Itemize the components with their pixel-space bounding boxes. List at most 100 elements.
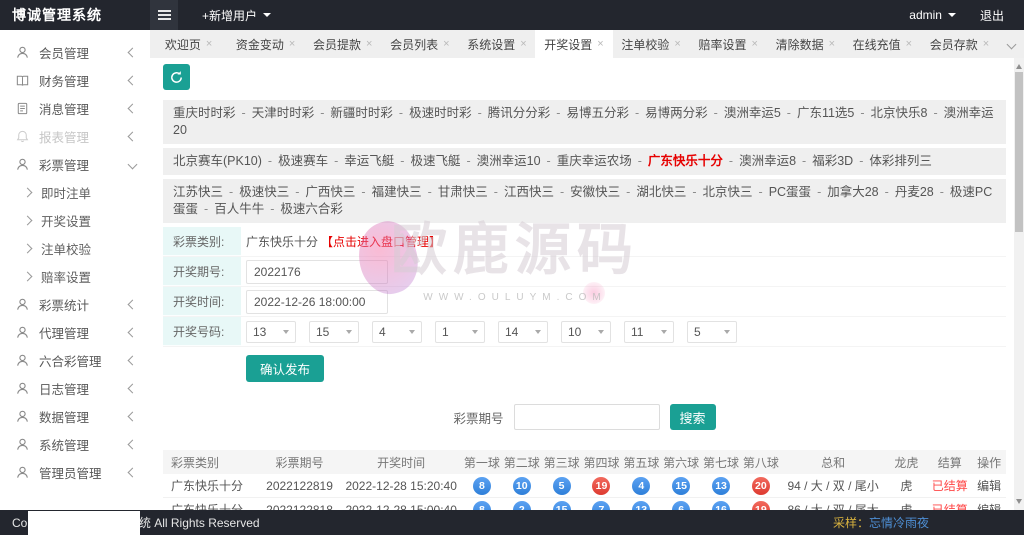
time-input[interactable] — [246, 289, 388, 314]
sidebar-item[interactable]: 数据管理 — [0, 402, 150, 430]
lottery-link[interactable]: 澳洲幸运5 — [724, 106, 781, 120]
lottery-link[interactable]: 腾讯分分彩 — [488, 106, 551, 120]
sidebar-subitem[interactable]: 即时注单 — [0, 178, 150, 206]
lottery-link[interactable]: 广西快三 — [305, 185, 355, 199]
tab-item[interactable]: 欢迎页 × — [150, 30, 227, 58]
tab-close-icon[interactable]: × — [443, 38, 449, 50]
lottery-link[interactable]: 江苏快三 — [173, 185, 223, 199]
refresh-button[interactable] — [163, 64, 190, 90]
sidebar-item[interactable]: 日志管理 — [0, 374, 150, 402]
number-select[interactable]: 4 — [372, 320, 422, 343]
vertical-scrollbar[interactable] — [1014, 58, 1024, 510]
sidebar-item[interactable]: 代理管理 — [0, 318, 150, 346]
tab-item[interactable]: 资金变动 × — [227, 30, 304, 58]
sidebar-item[interactable]: 消息管理 — [0, 94, 150, 122]
lottery-link[interactable]: 极速赛车 — [278, 154, 328, 168]
lottery-link[interactable]: 丹麦28 — [895, 185, 934, 199]
new-user-dropdown[interactable]: +新增用户 — [202, 7, 272, 24]
tab-item[interactable]: 会员列表 × — [381, 30, 458, 58]
lottery-link[interactable]: 福建快三 — [372, 185, 422, 199]
scrollbar-thumb[interactable] — [1015, 72, 1023, 232]
lottery-link[interactable]: 极速时时彩 — [409, 106, 472, 120]
sample-value[interactable]: 忘情冷雨夜 — [869, 516, 929, 530]
number-select[interactable]: 1 — [435, 320, 485, 343]
tab-item[interactable]: 在线充值 × — [844, 30, 921, 58]
logout-button[interactable]: 退出 — [980, 7, 1004, 24]
tab-item[interactable]: 清除数据 × — [767, 30, 844, 58]
lottery-link[interactable]: PC蛋蛋 — [769, 185, 811, 199]
sidebar-subitem[interactable]: 赔率设置 — [0, 262, 150, 290]
confirm-publish-button[interactable]: 确认发布 — [246, 355, 325, 382]
panel-manage-link[interactable]: 【点击进入盘口管理】 — [321, 233, 441, 250]
number-select[interactable]: 11 — [624, 320, 674, 343]
hamburger-menu-icon[interactable] — [150, 0, 178, 30]
tab-close-icon[interactable]: × — [289, 38, 295, 50]
lottery-link[interactable]: 安徽快三 — [570, 185, 620, 199]
lottery-link[interactable]: 易博五分彩 — [566, 106, 629, 120]
admin-dropdown[interactable]: admin — [909, 8, 956, 22]
lottery-link[interactable]: 加拿大28 — [827, 185, 878, 199]
sidebar-item[interactable]: 管理员管理 — [0, 458, 150, 486]
number-select[interactable]: 13 — [246, 320, 296, 343]
lottery-link[interactable]: 湖北快三 — [636, 185, 686, 199]
tab-item[interactable]: 会员提款 × — [304, 30, 381, 58]
scroll-up-arrow-icon[interactable] — [1015, 61, 1022, 69]
lottery-link[interactable]: 北京赛车(PK10) — [173, 154, 262, 168]
tab-close-icon[interactable]: × — [983, 38, 989, 50]
sidebar-item[interactable]: 报表管理 — [0, 122, 150, 150]
sidebar-item[interactable]: 彩票统计 — [0, 290, 150, 318]
tab-close-icon[interactable]: × — [597, 38, 603, 50]
lottery-link[interactable]: 澳洲幸运10 — [477, 154, 541, 168]
tab-item[interactable]: 赔率设置 × — [690, 30, 767, 58]
sidebar-item[interactable]: 会员管理 — [0, 38, 150, 66]
tab-close-icon[interactable]: × — [366, 38, 372, 50]
lottery-link[interactable]: 重庆幸运农场 — [557, 154, 632, 168]
sidebar-item[interactable]: 彩票管理 — [0, 150, 150, 178]
tab-close-icon[interactable]: × — [674, 38, 680, 50]
number-select[interactable]: 5 — [687, 320, 737, 343]
lottery-link[interactable]: 极速六合彩 — [280, 202, 343, 216]
tab-close-icon[interactable]: × — [520, 38, 526, 50]
lottery-link[interactable]: 甘肃快三 — [438, 185, 488, 199]
separator: - — [556, 106, 561, 120]
lottery-link[interactable]: 广东11选5 — [797, 106, 854, 120]
lottery-link[interactable]: 北京快三 — [703, 185, 753, 199]
lottery-link[interactable]: 江西快三 — [504, 185, 554, 199]
sidebar-subitem[interactable]: 注单校验 — [0, 234, 150, 262]
sidebar-subitem[interactable]: 开奖设置 — [0, 206, 150, 234]
tab-item[interactable]: 开奖设置 × — [535, 30, 613, 58]
tab-overflow-button[interactable] — [998, 30, 1024, 58]
tab-item[interactable]: 注单校验 × — [613, 30, 690, 58]
lottery-link[interactable]: 重庆时时彩 — [173, 106, 236, 120]
sidebar-item[interactable]: 财务管理 — [0, 66, 150, 94]
tab-close-icon[interactable]: × — [751, 38, 757, 50]
lottery-link[interactable]: 易博两分彩 — [645, 106, 708, 120]
lottery-link[interactable]: 极速飞艇 — [410, 154, 460, 168]
lottery-link[interactable]: 福彩3D — [812, 154, 853, 168]
lottery-link[interactable]: 新疆时时彩 — [330, 106, 393, 120]
lottery-link[interactable]: 幸运飞艇 — [344, 154, 394, 168]
edit-link[interactable]: 编辑 — [977, 503, 1001, 510]
lottery-link[interactable]: 天津时时彩 — [252, 106, 315, 120]
search-button[interactable]: 搜索 — [669, 404, 716, 430]
tab-close-icon[interactable]: × — [829, 38, 835, 50]
sidebar-item[interactable]: 六合彩管理 — [0, 346, 150, 374]
lottery-link[interactable]: 极速快三 — [239, 185, 289, 199]
sidebar-item[interactable]: 系统管理 — [0, 430, 150, 458]
tab-item[interactable]: 系统设置 × — [458, 30, 535, 58]
lottery-link[interactable]: 澳洲幸运8 — [739, 154, 796, 168]
search-input[interactable] — [513, 404, 660, 430]
tab-close-icon[interactable]: × — [206, 38, 212, 50]
issue-input[interactable] — [246, 259, 388, 284]
tab-close-icon[interactable]: × — [906, 38, 912, 50]
number-select[interactable]: 10 — [561, 320, 611, 343]
number-select[interactable]: 14 — [498, 320, 548, 343]
scroll-down-arrow-icon[interactable] — [1015, 499, 1022, 507]
lottery-link[interactable]: 体彩排列三 — [869, 154, 932, 168]
lottery-link[interactable]: 广东快乐十分 — [648, 154, 723, 168]
tab-item[interactable]: 会员存款 × — [921, 30, 998, 58]
lottery-link[interactable]: 北京快乐8 — [871, 106, 928, 120]
edit-link[interactable]: 编辑 — [977, 479, 1001, 493]
number-select[interactable]: 15 — [309, 320, 359, 343]
lottery-link[interactable]: 百人牛牛 — [214, 202, 264, 216]
